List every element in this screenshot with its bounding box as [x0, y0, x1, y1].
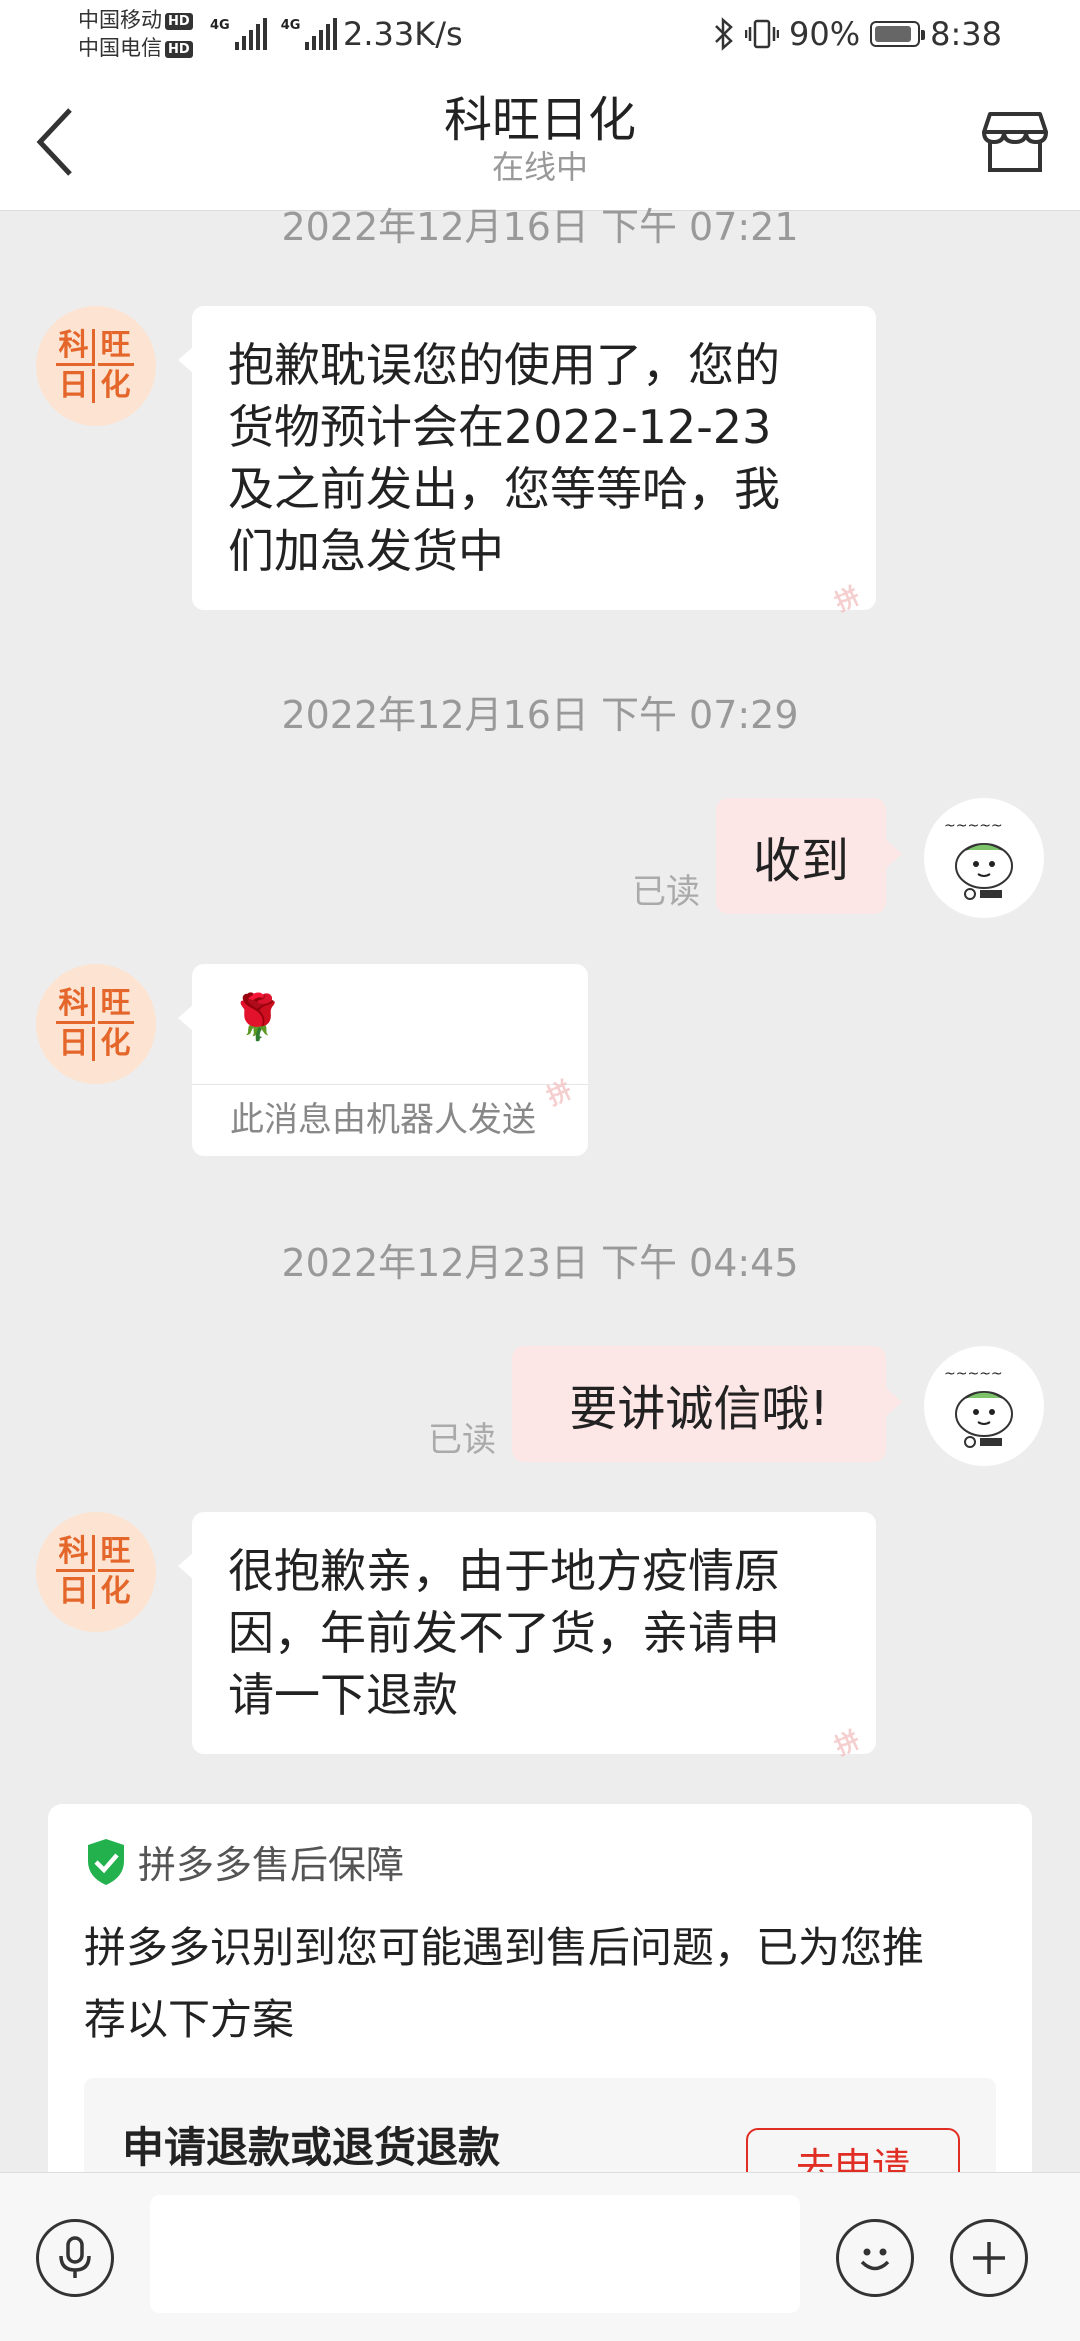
- carrier-1: 中国移动: [78, 8, 162, 32]
- battery-icon: [870, 21, 926, 47]
- signal-icon-1: 4G: [210, 18, 267, 50]
- plus-icon: [973, 2242, 1005, 2274]
- card-description: 拼多多识别到您可能遇到售后问题，已为您推 荐以下方案: [84, 1923, 925, 2044]
- user-avatar[interactable]: ~~~~~: [924, 798, 1044, 918]
- input-bar: [0, 2172, 1080, 2341]
- shop-logo: 科旺日化: [55, 1535, 137, 1609]
- online-status: 在线中: [491, 148, 588, 186]
- refund-option-title: 申请退款或退货退款: [122, 2123, 501, 2172]
- network-type-1: 4G: [210, 18, 230, 33]
- carrier-2: 中国电信: [78, 36, 162, 60]
- message-input[interactable]: [150, 2195, 800, 2313]
- timestamp: 2022年12月23日 下午 04:45: [281, 1241, 799, 1285]
- voice-button[interactable]: [36, 2219, 114, 2297]
- message-text-line: 及之前发出，您等等哈，我: [228, 462, 780, 516]
- message-text: 收到: [752, 833, 849, 889]
- message-text-line: 很抱歉亲，由于地方疫情原: [228, 1544, 780, 1598]
- clock: 8:38: [930, 15, 1002, 53]
- hd-badge-2: HD: [165, 40, 193, 58]
- message-bubble-shop[interactable]: 很抱歉亲，由于地方疫情原 因，年前发不了货，亲请申 请一下退款 拼: [178, 1512, 876, 1761]
- chat-header: 科旺日化 在线中: [0, 70, 1080, 211]
- microphone-icon: [59, 2236, 91, 2278]
- after-sales-card: 拼多多售后保障 拼多多识别到您可能遇到售后问题，已为您推 荐以下方案 申请退款或…: [48, 1804, 1032, 2202]
- status-bar: 中国移动 HD 中国电信 HD 4G 4G 2.33K/s 90% 8:38: [0, 0, 1080, 70]
- rose-emoji: 🌹: [230, 992, 285, 1043]
- message-text-line: 货物预计会在2022-12-23: [228, 400, 772, 454]
- battery-percent: 90%: [789, 15, 861, 53]
- carrier-info: 中国移动 HD 中国电信 HD: [78, 6, 193, 62]
- hd-badge-1: HD: [165, 12, 193, 30]
- read-receipt: 已读: [632, 872, 700, 912]
- pinduoduo-watermark-icon: 拼: [542, 1075, 577, 1112]
- message-text-line: 因，年前发不了货，亲请申: [228, 1606, 780, 1660]
- shop-avatar[interactable]: 科旺日化: [36, 1512, 156, 1632]
- user-avatar[interactable]: ~~~~~: [924, 1346, 1044, 1466]
- message-bubble-me[interactable]: 收到: [716, 798, 902, 914]
- signal-icons: 4G 4G: [210, 18, 338, 50]
- shop-avatar[interactable]: 科旺日化: [36, 964, 156, 1084]
- message-text: 要讲诚信哦!: [569, 1381, 829, 1437]
- store-button[interactable]: [980, 106, 1050, 176]
- timestamp: 2022年12月16日 下午 07:29: [281, 693, 799, 737]
- vibrate-icon: [745, 19, 780, 49]
- read-receipt: 已读: [428, 1420, 496, 1460]
- network-type-2: 4G: [280, 18, 301, 33]
- shop-avatar[interactable]: 科旺日化: [36, 306, 156, 426]
- shop-logo: 科旺日化: [55, 987, 137, 1061]
- message-text-line: 请一下退款: [228, 1668, 458, 1722]
- shop-logo: 科旺日化: [55, 329, 137, 403]
- message-bubble-shop-robot[interactable]: 🌹 此消息由机器人发送 拼: [178, 964, 588, 1156]
- smiley-icon: [860, 2248, 890, 2271]
- robot-note: 此消息由机器人发送: [230, 1100, 536, 1140]
- chat-title: 科旺日化: [443, 92, 636, 148]
- message-text-line: 们加急发货中: [228, 524, 504, 578]
- signal-icon-2: 4G: [281, 18, 338, 50]
- more-button[interactable]: [950, 2219, 1028, 2297]
- svg-text:~~~~~: ~~~~~: [944, 818, 1003, 834]
- network-speed: 2.33K/s: [343, 15, 463, 53]
- bluetooth-icon: [715, 17, 733, 51]
- emoji-button[interactable]: [836, 2219, 914, 2297]
- cartoon-avatar-icon: ~~~~~: [944, 1366, 1013, 1448]
- message-bubble-me[interactable]: 要讲诚信哦!: [512, 1346, 902, 1462]
- svg-text:~~~~~: ~~~~~: [944, 1366, 1003, 1382]
- message-bubble-shop[interactable]: 抱歉耽误您的使用了，您的 货物预计会在2022-12-23 及之前发出，您等等哈…: [178, 306, 876, 617]
- message-text-line: 抱歉耽误您的使用了，您的: [228, 338, 780, 392]
- cartoon-avatar-icon: ~~~~~: [944, 818, 1013, 900]
- timestamp: 2022年12月16日 下午 07:21: [281, 205, 799, 249]
- shield-check-icon: [88, 1838, 124, 1885]
- store-icon: [982, 112, 1048, 172]
- card-title: 拼多多售后保障: [138, 1843, 405, 1887]
